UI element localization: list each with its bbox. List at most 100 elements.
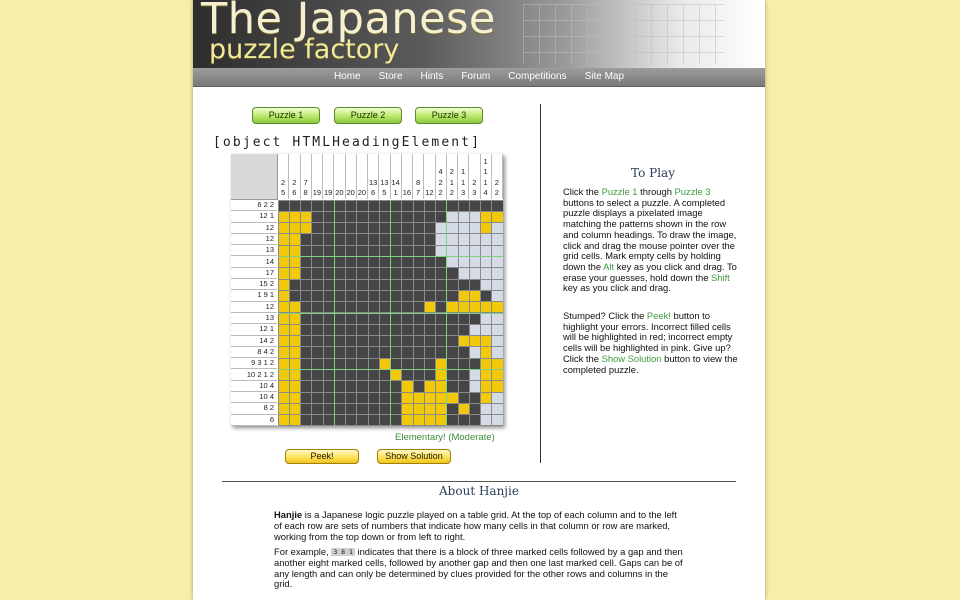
grid-cell[interactable] bbox=[413, 290, 424, 302]
grid-cell[interactable] bbox=[357, 302, 368, 313]
grid-cell[interactable] bbox=[346, 381, 357, 392]
grid-cell[interactable] bbox=[301, 257, 312, 268]
show-solution-button[interactable]: Show Solution bbox=[377, 449, 451, 464]
grid-cell[interactable] bbox=[458, 415, 469, 426]
grid-cell[interactable] bbox=[424, 223, 435, 234]
grid-cell[interactable] bbox=[278, 200, 289, 211]
grid-cell[interactable] bbox=[391, 324, 402, 336]
grid-cell[interactable] bbox=[278, 324, 289, 336]
grid-cell[interactable] bbox=[346, 336, 357, 347]
grid-cell[interactable] bbox=[312, 313, 323, 324]
grid-cell[interactable] bbox=[278, 279, 289, 290]
grid-cell[interactable] bbox=[492, 313, 503, 324]
grid-cell[interactable] bbox=[413, 392, 424, 403]
grid-cell[interactable] bbox=[334, 324, 345, 336]
grid-cell[interactable] bbox=[458, 268, 469, 279]
grid-cell[interactable] bbox=[323, 336, 334, 347]
grid-cell[interactable] bbox=[357, 347, 368, 358]
grid-cell[interactable] bbox=[492, 257, 503, 268]
grid-cell[interactable] bbox=[391, 200, 402, 211]
grid-cell[interactable] bbox=[312, 302, 323, 313]
grid-cell[interactable] bbox=[481, 234, 492, 245]
grid-cell[interactable] bbox=[301, 290, 312, 302]
nav-competitions[interactable]: Competitions bbox=[499, 68, 575, 86]
grid-cell[interactable] bbox=[301, 347, 312, 358]
grid-cell[interactable] bbox=[402, 336, 413, 347]
grid-cell[interactable] bbox=[458, 245, 469, 256]
grid-cell[interactable] bbox=[334, 403, 345, 415]
grid-cell[interactable] bbox=[289, 279, 300, 290]
grid-cell[interactable] bbox=[312, 257, 323, 268]
grid-cell[interactable] bbox=[357, 268, 368, 279]
grid-cell[interactable] bbox=[278, 245, 289, 256]
grid-cell[interactable] bbox=[402, 415, 413, 426]
grid-cell[interactable] bbox=[379, 370, 390, 381]
grid-cell[interactable] bbox=[368, 358, 379, 369]
grid-cell[interactable] bbox=[447, 223, 458, 234]
nav-home[interactable]: Home bbox=[325, 68, 370, 86]
grid-cell[interactable] bbox=[334, 257, 345, 268]
grid-cell[interactable] bbox=[334, 223, 345, 234]
grid-cell[interactable] bbox=[334, 245, 345, 256]
grid-cell[interactable] bbox=[278, 392, 289, 403]
grid-cell[interactable] bbox=[391, 403, 402, 415]
grid-cell[interactable] bbox=[346, 415, 357, 426]
grid-cell[interactable] bbox=[469, 313, 480, 324]
grid-cell[interactable] bbox=[447, 211, 458, 223]
grid-cell[interactable] bbox=[312, 392, 323, 403]
grid-cell[interactable] bbox=[301, 223, 312, 234]
grid-cell[interactable] bbox=[469, 245, 480, 256]
grid-cell[interactable] bbox=[368, 211, 379, 223]
grid-cell[interactable] bbox=[357, 370, 368, 381]
grid-cell[interactable] bbox=[289, 336, 300, 347]
grid-cell[interactable] bbox=[424, 415, 435, 426]
grid-cell[interactable] bbox=[469, 302, 480, 313]
grid-cell[interactable] bbox=[458, 257, 469, 268]
grid-cell[interactable] bbox=[312, 347, 323, 358]
grid-cell[interactable] bbox=[424, 313, 435, 324]
peek-button[interactable]: Peek! bbox=[285, 449, 359, 464]
grid-cell[interactable] bbox=[469, 370, 480, 381]
grid-cell[interactable] bbox=[391, 358, 402, 369]
grid-cell[interactable] bbox=[346, 268, 357, 279]
grid-cell[interactable] bbox=[368, 336, 379, 347]
grid-cell[interactable] bbox=[289, 268, 300, 279]
grid-cell[interactable] bbox=[391, 245, 402, 256]
grid-cell[interactable] bbox=[402, 223, 413, 234]
grid-cell[interactable] bbox=[368, 223, 379, 234]
grid-cell[interactable] bbox=[278, 313, 289, 324]
grid-cell[interactable] bbox=[458, 336, 469, 347]
grid-cell[interactable] bbox=[424, 279, 435, 290]
grid-cell[interactable] bbox=[301, 381, 312, 392]
grid-cell[interactable] bbox=[301, 336, 312, 347]
grid-cell[interactable] bbox=[469, 358, 480, 369]
grid-cell[interactable] bbox=[413, 415, 424, 426]
grid-cell[interactable] bbox=[492, 381, 503, 392]
grid-cell[interactable] bbox=[492, 415, 503, 426]
grid-cell[interactable] bbox=[379, 268, 390, 279]
grid-cell[interactable] bbox=[357, 234, 368, 245]
grid-cell[interactable] bbox=[447, 302, 458, 313]
grid-cell[interactable] bbox=[368, 245, 379, 256]
grid-cell[interactable] bbox=[312, 290, 323, 302]
grid-cell[interactable] bbox=[458, 358, 469, 369]
grid-cell[interactable] bbox=[424, 403, 435, 415]
grid-cell[interactable] bbox=[346, 358, 357, 369]
grid-cell[interactable] bbox=[402, 313, 413, 324]
grid-cell[interactable] bbox=[289, 392, 300, 403]
grid-cell[interactable] bbox=[402, 234, 413, 245]
grid-cell[interactable] bbox=[312, 415, 323, 426]
grid-cell[interactable] bbox=[379, 336, 390, 347]
grid-cell[interactable] bbox=[447, 415, 458, 426]
grid-cell[interactable] bbox=[301, 302, 312, 313]
grid-cell[interactable] bbox=[458, 313, 469, 324]
grid-cell[interactable] bbox=[436, 302, 447, 313]
grid-cell[interactable] bbox=[402, 257, 413, 268]
grid-cell[interactable] bbox=[323, 370, 334, 381]
grid-cell[interactable] bbox=[469, 234, 480, 245]
grid-cell[interactable] bbox=[458, 392, 469, 403]
grid-cell[interactable] bbox=[368, 268, 379, 279]
grid-cell[interactable] bbox=[413, 302, 424, 313]
grid-cell[interactable] bbox=[379, 347, 390, 358]
grid-cell[interactable] bbox=[278, 257, 289, 268]
